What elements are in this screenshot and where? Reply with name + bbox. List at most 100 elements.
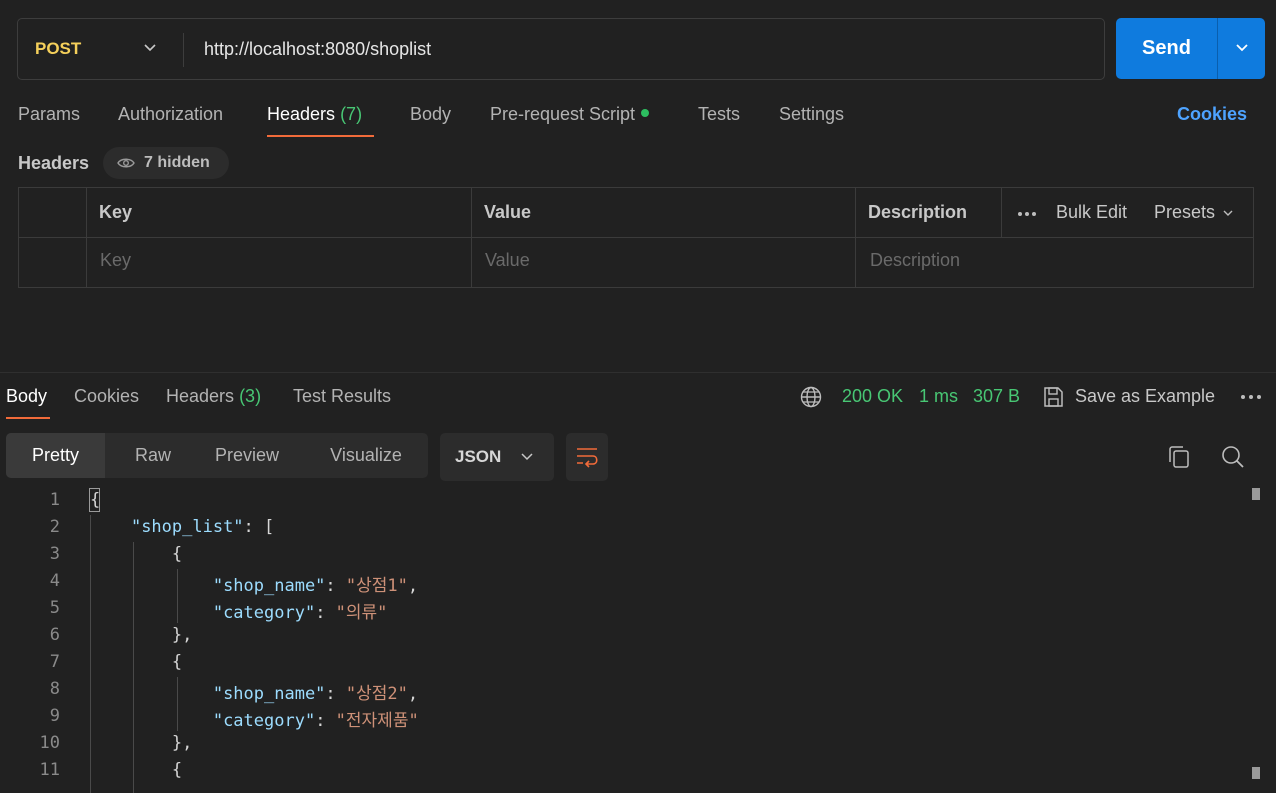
tab-headers-count: (7) — [340, 104, 363, 124]
more-options-icon[interactable] — [1240, 394, 1262, 400]
copy-icon[interactable] — [1168, 445, 1190, 469]
code-line: "shop_name": "상점2", — [212, 684, 419, 704]
view-raw-button[interactable]: Raw — [105, 433, 201, 478]
active-tab-indicator — [267, 135, 374, 137]
vertical-scrollbar[interactable] — [1244, 488, 1260, 793]
response-tab-cookies[interactable]: Cookies — [74, 386, 139, 407]
json-key: "shop_name" — [212, 684, 326, 704]
active-tab-indicator — [6, 417, 50, 419]
json-key: "category" — [212, 711, 316, 731]
status-code[interactable]: 200 OK — [842, 386, 903, 407]
tab-settings[interactable]: Settings — [779, 104, 844, 125]
eye-icon — [117, 158, 135, 168]
line-number: 4 — [49, 571, 60, 591]
json-value: "상점2" — [345, 684, 408, 704]
code-line: { — [90, 652, 183, 672]
more-options-icon[interactable] — [1017, 211, 1037, 217]
response-tab-body[interactable]: Body — [6, 386, 47, 407]
line-number: 7 — [49, 652, 60, 672]
divider — [183, 33, 184, 67]
tab-params[interactable]: Params — [18, 104, 80, 125]
method-select[interactable]: POST — [18, 19, 183, 79]
presets-dropdown[interactable]: Presets — [1154, 202, 1234, 223]
code-line: "category": "의류" — [212, 603, 388, 623]
line-number: 1 — [49, 490, 60, 510]
scrollbar-marker — [1252, 488, 1260, 500]
key-input[interactable]: Key — [100, 250, 131, 271]
tab-prerequest-script[interactable]: Pre-request Script — [490, 104, 650, 125]
headers-section-title: Headers — [18, 153, 90, 173]
response-tab-test-results[interactable]: Test Results — [293, 386, 391, 407]
tab-headers[interactable]: Headers (7) — [267, 104, 362, 125]
save-icon[interactable] — [1043, 386, 1064, 408]
globe-icon[interactable] — [800, 386, 822, 408]
json-key: "category" — [212, 603, 316, 623]
tab-headers-label: Headers — [267, 104, 336, 124]
view-pretty-button[interactable]: Pretty — [6, 433, 105, 478]
code-line: { — [90, 490, 101, 510]
status-dot-icon — [641, 109, 650, 118]
cookies-link[interactable]: Cookies — [1177, 104, 1247, 125]
view-preview-button[interactable]: Preview — [201, 433, 293, 478]
line-number: 3 — [49, 544, 60, 564]
column-header-description: Description — [868, 202, 968, 222]
line-number: 5 — [49, 598, 60, 618]
save-as-example-button[interactable]: Save as Example — [1075, 386, 1215, 407]
send-button[interactable]: Send — [1116, 18, 1217, 79]
tab-body[interactable]: Body — [410, 104, 451, 125]
scrollbar-marker — [1252, 767, 1260, 779]
line-number: 8 — [49, 679, 60, 699]
response-tab-headers[interactable]: Headers (3) — [166, 386, 261, 407]
code-line: }, — [90, 625, 193, 645]
send-options-button[interactable] — [1218, 18, 1265, 79]
line-number: 11 — [39, 760, 60, 780]
request-url-bar: POST http://localhost:8080/shoplist — [17, 18, 1105, 80]
hidden-headers-toggle[interactable]: 7 hidden — [103, 147, 229, 179]
divider — [86, 188, 87, 287]
code-line: "category": "전자제품" — [212, 711, 419, 731]
response-body-editor[interactable]: 1 { 2 "shop_list": [ 3 { 4 "shop_name": … — [0, 488, 1244, 793]
chevron-down-icon — [1223, 210, 1233, 216]
hidden-headers-label: 7 hidden — [144, 154, 210, 171]
column-header-key: Key — [99, 202, 133, 222]
json-value: "의류" — [335, 603, 388, 623]
value-input[interactable]: Value — [485, 250, 530, 271]
bulk-edit-button[interactable]: Bulk Edit — [1056, 202, 1127, 223]
response-time[interactable]: 1 ms — [919, 386, 958, 407]
code-line: "shop_list": [ — [130, 517, 275, 537]
code-line: "shop_name": "상점1", — [212, 576, 419, 596]
response-tab-headers-count: (3) — [239, 386, 262, 406]
tab-tests[interactable]: Tests — [698, 104, 740, 125]
divider — [855, 188, 856, 287]
format-select[interactable]: JSON — [440, 433, 554, 481]
json-value: "상점1" — [345, 576, 408, 596]
divider — [0, 372, 1276, 373]
url-input[interactable]: http://localhost:8080/shoplist — [204, 19, 431, 79]
presets-label: Presets — [1154, 202, 1216, 222]
method-label: POST — [35, 39, 82, 58]
code-line: { — [90, 760, 183, 780]
response-size[interactable]: 307 B — [973, 386, 1020, 407]
column-header-value: Value — [484, 202, 532, 222]
format-label: JSON — [455, 447, 502, 466]
line-number: 2 — [49, 517, 60, 537]
json-key: "shop_name" — [212, 576, 326, 596]
line-number: 10 — [39, 733, 60, 753]
description-input[interactable]: Description — [870, 250, 960, 271]
chevron-down-icon — [144, 44, 156, 52]
wrap-lines-button[interactable] — [566, 433, 608, 481]
divider — [1001, 188, 1002, 237]
code-line: { — [90, 544, 183, 564]
search-icon[interactable] — [1221, 445, 1245, 469]
chevron-down-icon — [1236, 44, 1248, 52]
tab-authorization[interactable]: Authorization — [118, 104, 223, 125]
json-key: "shop_list" — [130, 517, 244, 537]
headers-table: Key Value Description Bulk Edit Presets … — [18, 187, 1254, 288]
divider — [471, 188, 472, 287]
code-line: }, — [90, 733, 193, 753]
view-mode-group: Pretty Raw Preview Visualize — [6, 433, 428, 478]
view-visualize-button[interactable]: Visualize — [306, 433, 426, 478]
json-value: "전자제품" — [335, 711, 419, 731]
response-tab-headers-label: Headers — [166, 386, 235, 406]
line-number: 6 — [49, 625, 60, 645]
